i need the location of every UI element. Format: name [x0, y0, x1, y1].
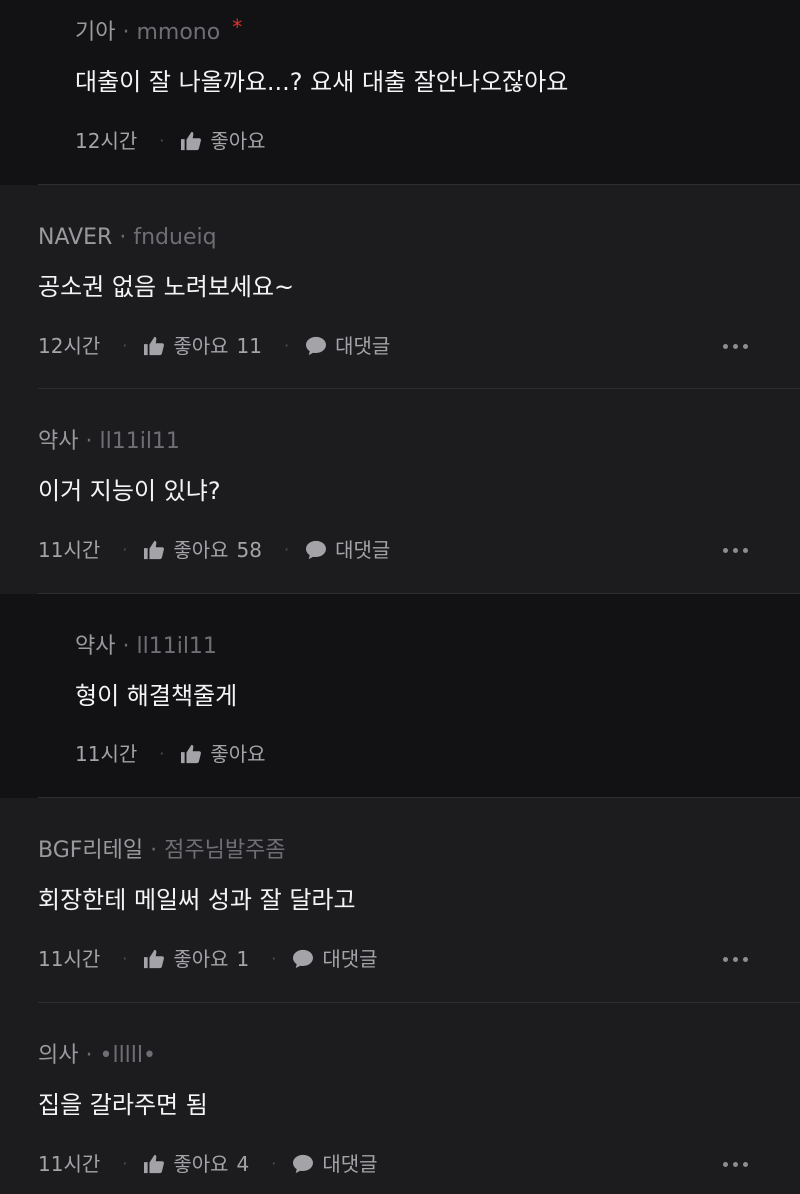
verified-badge: * — [232, 15, 243, 39]
speech-bubble-icon — [293, 949, 314, 969]
author-company: NAVER — [38, 225, 113, 250]
author-nickname[interactable]: ll11il11 — [136, 633, 216, 661]
comment-time: 11시간 — [38, 1152, 101, 1176]
like-label: 좋아요 — [173, 1152, 229, 1176]
comment-actions: 12시간 · 좋아요 — [75, 128, 266, 154]
author-nickname[interactable]: mmono — [136, 19, 220, 47]
comment-actions: 11시간 · 좋아요 1 · 대댓글 — [38, 946, 378, 972]
like-label: 좋아요 — [173, 334, 229, 358]
like-count: 4 — [236, 1152, 250, 1176]
reply-button[interactable]: 대댓글 — [292, 946, 378, 972]
reply-comment: 기아 · mmono * 대출이 잘 나올까요...? 요새 대출 잘안나오잖아… — [0, 0, 800, 185]
comment-author-row: 의사 · •lllll• — [38, 1042, 156, 1070]
author-nickname[interactable]: 점주님발주좀 — [164, 837, 285, 865]
like-button[interactable]: 좋아요 58 — [143, 537, 262, 563]
speech-bubble-icon — [306, 336, 327, 356]
comment: 약사 · ll11il11 이거 지능이 있냐? 11시간 · 좋아요 58 ·… — [0, 389, 800, 594]
speech-bubble-icon — [293, 1154, 314, 1174]
reply-label: 대댓글 — [322, 947, 378, 971]
comment: NAVER · fndueiq 공소권 없음 노려보세요~ 12시간 · 좋아요… — [0, 185, 800, 389]
comment-actions: 11시간 · 좋아요 — [75, 741, 266, 767]
meta-separator: · — [85, 1043, 93, 1068]
like-button[interactable]: 좋아요 11 — [143, 333, 262, 359]
author-nickname[interactable]: ll11il11 — [99, 428, 179, 456]
comment: BGF리테일 · 점주님발주좀 회장한테 메일써 성과 잘 달라고 11시간 ·… — [0, 798, 800, 1003]
reply-button[interactable]: 대댓글 — [305, 333, 390, 359]
more-horizontal-icon[interactable] — [723, 540, 748, 560]
thumbs-up-icon — [144, 336, 165, 356]
comment-text: 집을 갈라주면 됨 — [38, 1091, 208, 1119]
author-company: 약사 — [75, 634, 116, 659]
author-company: BGF리테일 — [38, 838, 144, 863]
comment-time: 11시간 — [38, 947, 101, 971]
action-separator: · — [122, 1154, 128, 1173]
comment-feed: 기아 · mmono * 대출이 잘 나올까요...? 요새 대출 잘안나오잖아… — [0, 0, 800, 1194]
like-button[interactable]: 좋아요 — [180, 741, 266, 767]
like-button[interactable]: 좋아요 — [180, 128, 266, 154]
thumbs-up-icon — [144, 949, 165, 969]
comment-text: 회장한테 메일써 성과 잘 달라고 — [38, 886, 356, 914]
comment-time: 11시간 — [38, 538, 101, 562]
comment-time: 12시간 — [75, 129, 138, 153]
meta-separator: · — [122, 20, 130, 45]
comment-author-row: NAVER · fndueiq — [38, 224, 217, 252]
action-separator: · — [284, 336, 290, 355]
action-separator: · — [271, 1154, 277, 1173]
thumbs-up-icon — [181, 131, 202, 151]
comment-time: 11시간 — [75, 742, 138, 766]
author-company: 기아 — [75, 20, 116, 45]
comment-author-row: BGF리테일 · 점주님발주좀 — [38, 837, 286, 865]
action-separator: · — [122, 336, 128, 355]
reply-button[interactable]: 대댓글 — [305, 537, 390, 563]
more-horizontal-icon[interactable] — [723, 336, 748, 356]
like-label: 좋아요 — [210, 742, 266, 766]
author-company: 의사 — [38, 1043, 79, 1068]
comment-actions: 11시간 · 좋아요 4 · 대댓글 — [38, 1151, 378, 1177]
reply-label: 대댓글 — [322, 1152, 378, 1176]
comment-text: 공소권 없음 노려보세요~ — [38, 273, 295, 301]
author-company: 약사 — [38, 429, 79, 454]
comment-text: 이거 지능이 있냐? — [38, 477, 221, 505]
action-separator: · — [159, 131, 165, 150]
speech-bubble-icon — [306, 540, 327, 560]
meta-separator: · — [85, 429, 93, 454]
thumbs-up-icon — [144, 540, 165, 560]
like-button[interactable]: 좋아요 1 — [143, 946, 249, 972]
more-horizontal-icon[interactable] — [723, 949, 748, 969]
comment-text: 형이 해결책줄게 — [75, 682, 238, 710]
like-label: 좋아요 — [210, 129, 266, 153]
meta-separator: · — [119, 225, 127, 250]
comment-author-row: 약사 · ll11il11 — [75, 633, 217, 661]
thumbs-up-icon — [144, 1154, 165, 1174]
meta-separator: · — [122, 634, 130, 659]
comment-text: 대출이 잘 나올까요...? 요새 대출 잘안나오잖아요 — [75, 68, 569, 96]
comment-time: 12시간 — [38, 334, 101, 358]
comment-author-row: 약사 · ll11il11 — [38, 428, 180, 456]
author-nickname[interactable]: fndueiq — [133, 224, 216, 252]
reply-label: 대댓글 — [335, 538, 391, 562]
like-count: 1 — [236, 947, 250, 971]
action-separator: · — [271, 949, 277, 968]
like-button[interactable]: 좋아요 4 — [143, 1151, 249, 1177]
action-separator: · — [159, 744, 165, 763]
thumbs-up-icon — [181, 744, 202, 764]
like-count: 11 — [236, 334, 262, 358]
action-separator: · — [122, 540, 128, 559]
like-count: 58 — [236, 538, 262, 562]
like-label: 좋아요 — [173, 538, 229, 562]
comment-author-row: 기아 · mmono * — [75, 15, 242, 47]
reply-label: 대댓글 — [335, 334, 391, 358]
more-horizontal-icon[interactable] — [723, 1154, 748, 1174]
like-label: 좋아요 — [173, 947, 229, 971]
meta-separator: · — [150, 838, 158, 863]
comment-actions: 12시간 · 좋아요 11 · 대댓글 — [38, 333, 390, 359]
author-nickname[interactable]: •lllll• — [99, 1042, 156, 1070]
action-separator: · — [284, 540, 290, 559]
reply-comment: 약사 · ll11il11 형이 해결책줄게 11시간 · 좋아요 — [0, 594, 800, 798]
reply-button[interactable]: 대댓글 — [292, 1151, 378, 1177]
comment: 의사 · •lllll• 집을 갈라주면 됨 11시간 · 좋아요 4 · 대댓… — [0, 1003, 800, 1194]
action-separator: · — [122, 949, 128, 968]
comment-actions: 11시간 · 좋아요 58 · 대댓글 — [38, 537, 390, 563]
